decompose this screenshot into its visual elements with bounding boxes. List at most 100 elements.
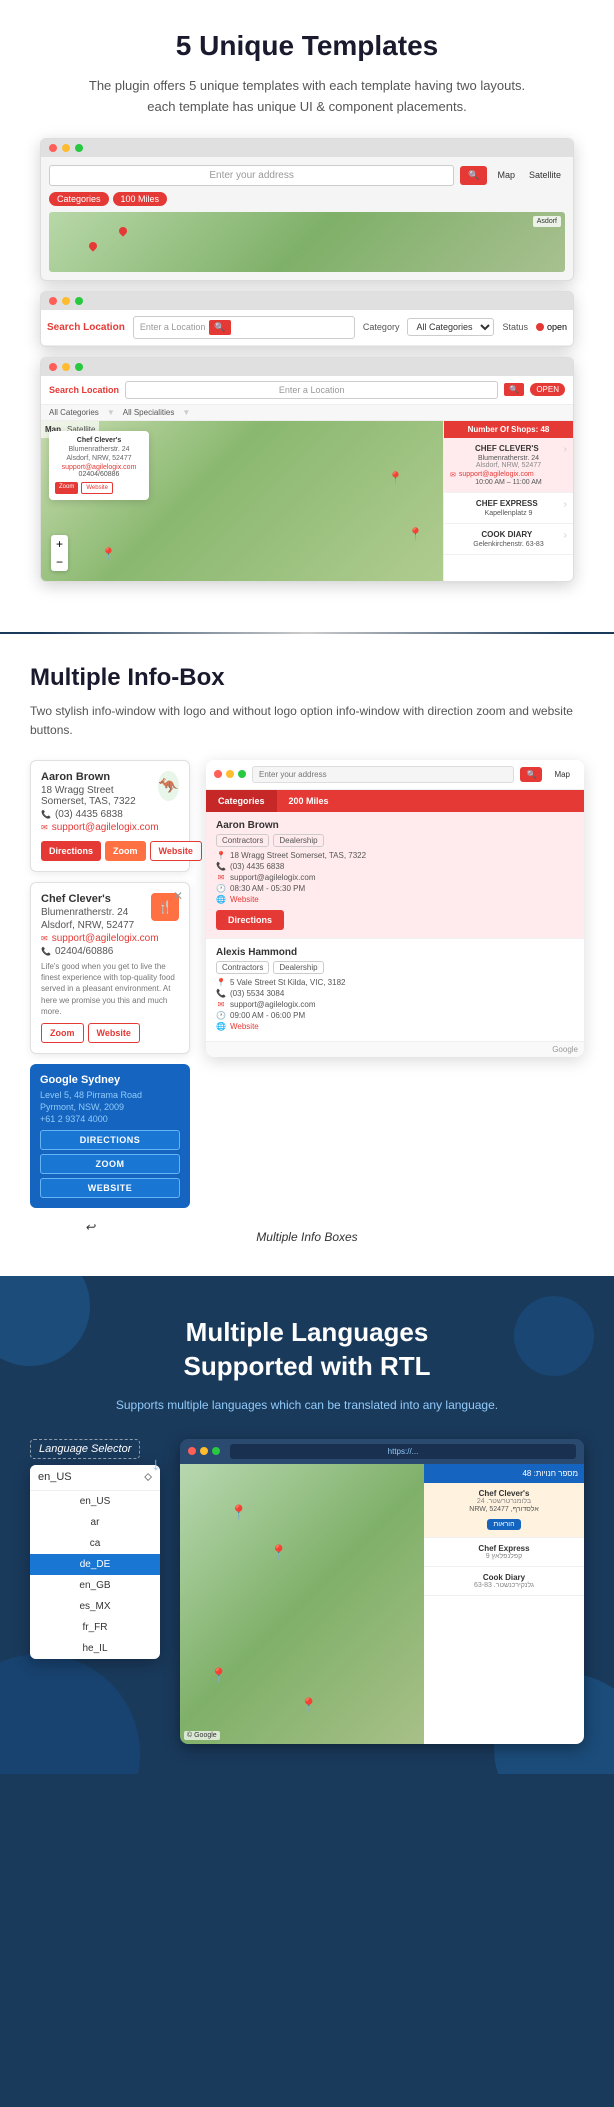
rtl-list-header: מספר חנויות: 48 <box>424 1464 584 1483</box>
google-directions-btn[interactable]: DIRECTIONS <box>40 1130 180 1150</box>
lang-option-es-mx[interactable]: es_MX <box>30 1596 160 1617</box>
location-icon-1: 📍 <box>216 851 226 860</box>
card1-phone-row: 📞 (03) 4435 6838 <box>41 809 179 820</box>
template3-list: Number Of Shops: 48 › CHEF CLEVER'S Blum… <box>443 421 573 581</box>
all-specialities-3[interactable]: All Specialities <box>123 408 175 417</box>
map-tab-1[interactable]: Map <box>493 168 519 182</box>
lang-option-ca[interactable]: ca <box>30 1533 160 1554</box>
search-btn-2[interactable]: 🔍 <box>209 320 230 335</box>
infobox-title: Multiple Info-Box <box>30 664 584 692</box>
ibr-tag-dealership-1[interactable]: Dealership <box>273 834 323 847</box>
lang-option-fr-fr[interactable]: fr_FR <box>30 1617 160 1638</box>
template-1-browser: Enter your address 🔍 Map Satellite Categ… <box>40 138 574 281</box>
satellite-tab-1[interactable]: Satellite <box>525 168 565 182</box>
ibr-directions-btn-1[interactable]: Directions <box>216 910 284 930</box>
google-card-phone: +61 2 9374 4000 <box>40 1114 180 1124</box>
ibr-website-text-2[interactable]: Website <box>230 1022 259 1031</box>
card2-email[interactable]: support@agilelogix.com <box>52 933 159 944</box>
rtl-btn-1[interactable]: הוראות <box>487 1519 520 1530</box>
lang-option-he-il[interactable]: he_IL <box>30 1638 160 1659</box>
template3-topbar: Search Location Enter a Location 🔍 OPEN <box>41 376 573 405</box>
zoom-btn-2[interactable]: Zoom <box>41 1023 84 1043</box>
zoom-controls: + − <box>51 535 68 571</box>
list-arrow-1: › <box>564 444 567 455</box>
infobox-support[interactable]: support@agilelogix.com <box>55 464 143 471</box>
list-item-2[interactable]: › CHEF EXPRESS Kapellenplatz 9 <box>444 493 573 524</box>
ibr-entry-1[interactable]: Aaron Brown Contractors Dealership 📍 18 … <box>206 812 584 939</box>
zoom-btn-infobox[interactable]: Zoom <box>55 482 78 494</box>
right-panel-search-btn[interactable]: 🔍 <box>520 767 542 782</box>
all-categories-3[interactable]: All Categories <box>49 408 99 417</box>
ibr-tag-contractors-1[interactable]: Contractors <box>216 834 269 847</box>
ibr-tag-contractors-2[interactable]: Contractors <box>216 961 269 974</box>
rtl-entry-1[interactable]: Chef Clever's בלומנרטרשטר. 24 אלסדורף, N… <box>424 1483 584 1538</box>
map-infobox: Chef Clever's Blumenratherstr. 24 Alsdor… <box>49 431 149 500</box>
rtl-entry-name-2: Chef Express <box>430 1544 578 1553</box>
dot-yellow-rtl <box>200 1447 208 1455</box>
lang-option-en-gb[interactable]: en_GB <box>30 1575 160 1596</box>
ibr-addr-row-2: 📍 5 Vale Street St Kilda, VIC, 3182 <box>216 978 574 987</box>
location-input-3[interactable]: Enter a Location <box>125 381 498 399</box>
lang-option-ar[interactable]: ar <box>30 1512 160 1533</box>
cat-item-1[interactable]: Categories <box>206 790 277 812</box>
lang-selector-box: en_US ⬦ en_US ar ca de_DE en_GB es_MX fr… <box>30 1465 160 1659</box>
lang-current-text: en_US <box>38 1471 72 1483</box>
website-btn-2[interactable]: Website <box>88 1023 140 1043</box>
ibr-entry-2[interactable]: Alexis Hammond Contractors Dealership 📍 … <box>206 939 584 1042</box>
card1-email[interactable]: support@agilelogix.com <box>52 822 159 833</box>
map-pin-2 <box>117 225 128 236</box>
arrow-icon: ↩ <box>85 1220 95 1234</box>
rtl-entry-sub-1: בלומנרטרשטר. 24 <box>430 1498 578 1505</box>
search-btn-3[interactable]: 🔍 <box>504 383 524 396</box>
card2-phone-row: 📞 02404/60886 <box>41 946 179 957</box>
email-icon-2: ✉ <box>41 934 48 943</box>
google-website-btn[interactable]: WEBSITE <box>40 1178 180 1198</box>
template3-main: Map Satellite Chef Clever's Blumenrather… <box>41 421 573 581</box>
card2-buttons: Zoom Website <box>41 1023 179 1043</box>
rtl-entry-3[interactable]: Cook Diary גלנקירכנשטר. 63-83 <box>424 1567 584 1596</box>
map-row-1: Asdorf <box>49 212 565 272</box>
multi-info-boxes-label: ↩ Multiple Info Boxes <box>30 1218 584 1266</box>
list-item-3[interactable]: › COOK DIARY Gelenkirchenstr. 63-83 <box>444 524 573 555</box>
ibr-addr-text-2: 5 Vale Street St Kilda, VIC, 3182 <box>230 978 345 987</box>
list-item-1[interactable]: › CHEF CLEVER'S Blumenratherstr. 24 Alsd… <box>444 438 573 493</box>
lang-current-value[interactable]: en_US ⬦ <box>30 1465 160 1491</box>
ibr-tag-dealership-2[interactable]: Dealership <box>273 961 323 974</box>
location-input-2[interactable]: Enter a Location 🔍 <box>133 316 355 339</box>
card1-email-row: ✉ support@agilelogix.com <box>41 822 179 833</box>
lang-option-en-us[interactable]: en_US <box>30 1491 160 1512</box>
right-panel-map-tab[interactable]: Map <box>548 767 576 782</box>
rtl-map: © Google 📍 📍 📍 📍 <box>180 1464 424 1744</box>
right-panel-search[interactable] <box>252 766 514 783</box>
close-icon-chef[interactable]: ✕ <box>173 889 183 903</box>
website-btn-1[interactable]: Website <box>150 841 202 861</box>
rtl-url-bar: https://... <box>230 1444 576 1459</box>
infobox-addr: Blumenratherstr. 24 <box>55 446 143 453</box>
list-item-support-1[interactable]: support@agilelogix.com <box>459 471 534 478</box>
dot-yellow-2 <box>62 297 70 305</box>
zoom-out-btn[interactable]: − <box>51 553 68 571</box>
mini-map-1: Asdorf <box>49 212 565 272</box>
cat-item-2[interactable]: 200 Miles <box>277 790 341 812</box>
rtl-entry-2[interactable]: Chef Express קפלנפלאץ 9 <box>424 1538 584 1567</box>
search-button-1[interactable]: 🔍 <box>460 166 487 185</box>
category-select-2[interactable]: All Categories <box>407 318 494 336</box>
ibr-website-text-1[interactable]: Website <box>230 895 259 904</box>
kangaroo-logo: 🦘 <box>158 771 179 801</box>
phone-icon-r1: 📞 <box>216 862 226 871</box>
dot-red-1 <box>49 144 57 152</box>
address-input-1[interactable]: Enter your address <box>49 165 454 186</box>
zoom-in-btn[interactable]: + <box>51 535 68 553</box>
categories-pill[interactable]: Categories <box>49 192 109 206</box>
template3-cats-row: All Categories ▼ All Specialities ▼ <box>41 405 573 421</box>
ibr-entry-tags-1: Contractors Dealership <box>216 834 574 847</box>
zoom-btn-1[interactable]: Zoom <box>105 841 146 861</box>
lang-option-de-de[interactable]: de_DE <box>30 1554 160 1575</box>
directions-btn-1[interactable]: Directions <box>41 841 101 861</box>
clock-icon-1: 🕐 <box>216 884 226 893</box>
miles-pill[interactable]: 100 Miles <box>113 192 168 206</box>
website-btn-infobox[interactable]: Website <box>81 482 113 494</box>
card2-phone: 02404/60886 <box>55 946 113 957</box>
dot-yellow-3 <box>62 363 70 371</box>
google-zoom-btn[interactable]: ZOOM <box>40 1154 180 1174</box>
